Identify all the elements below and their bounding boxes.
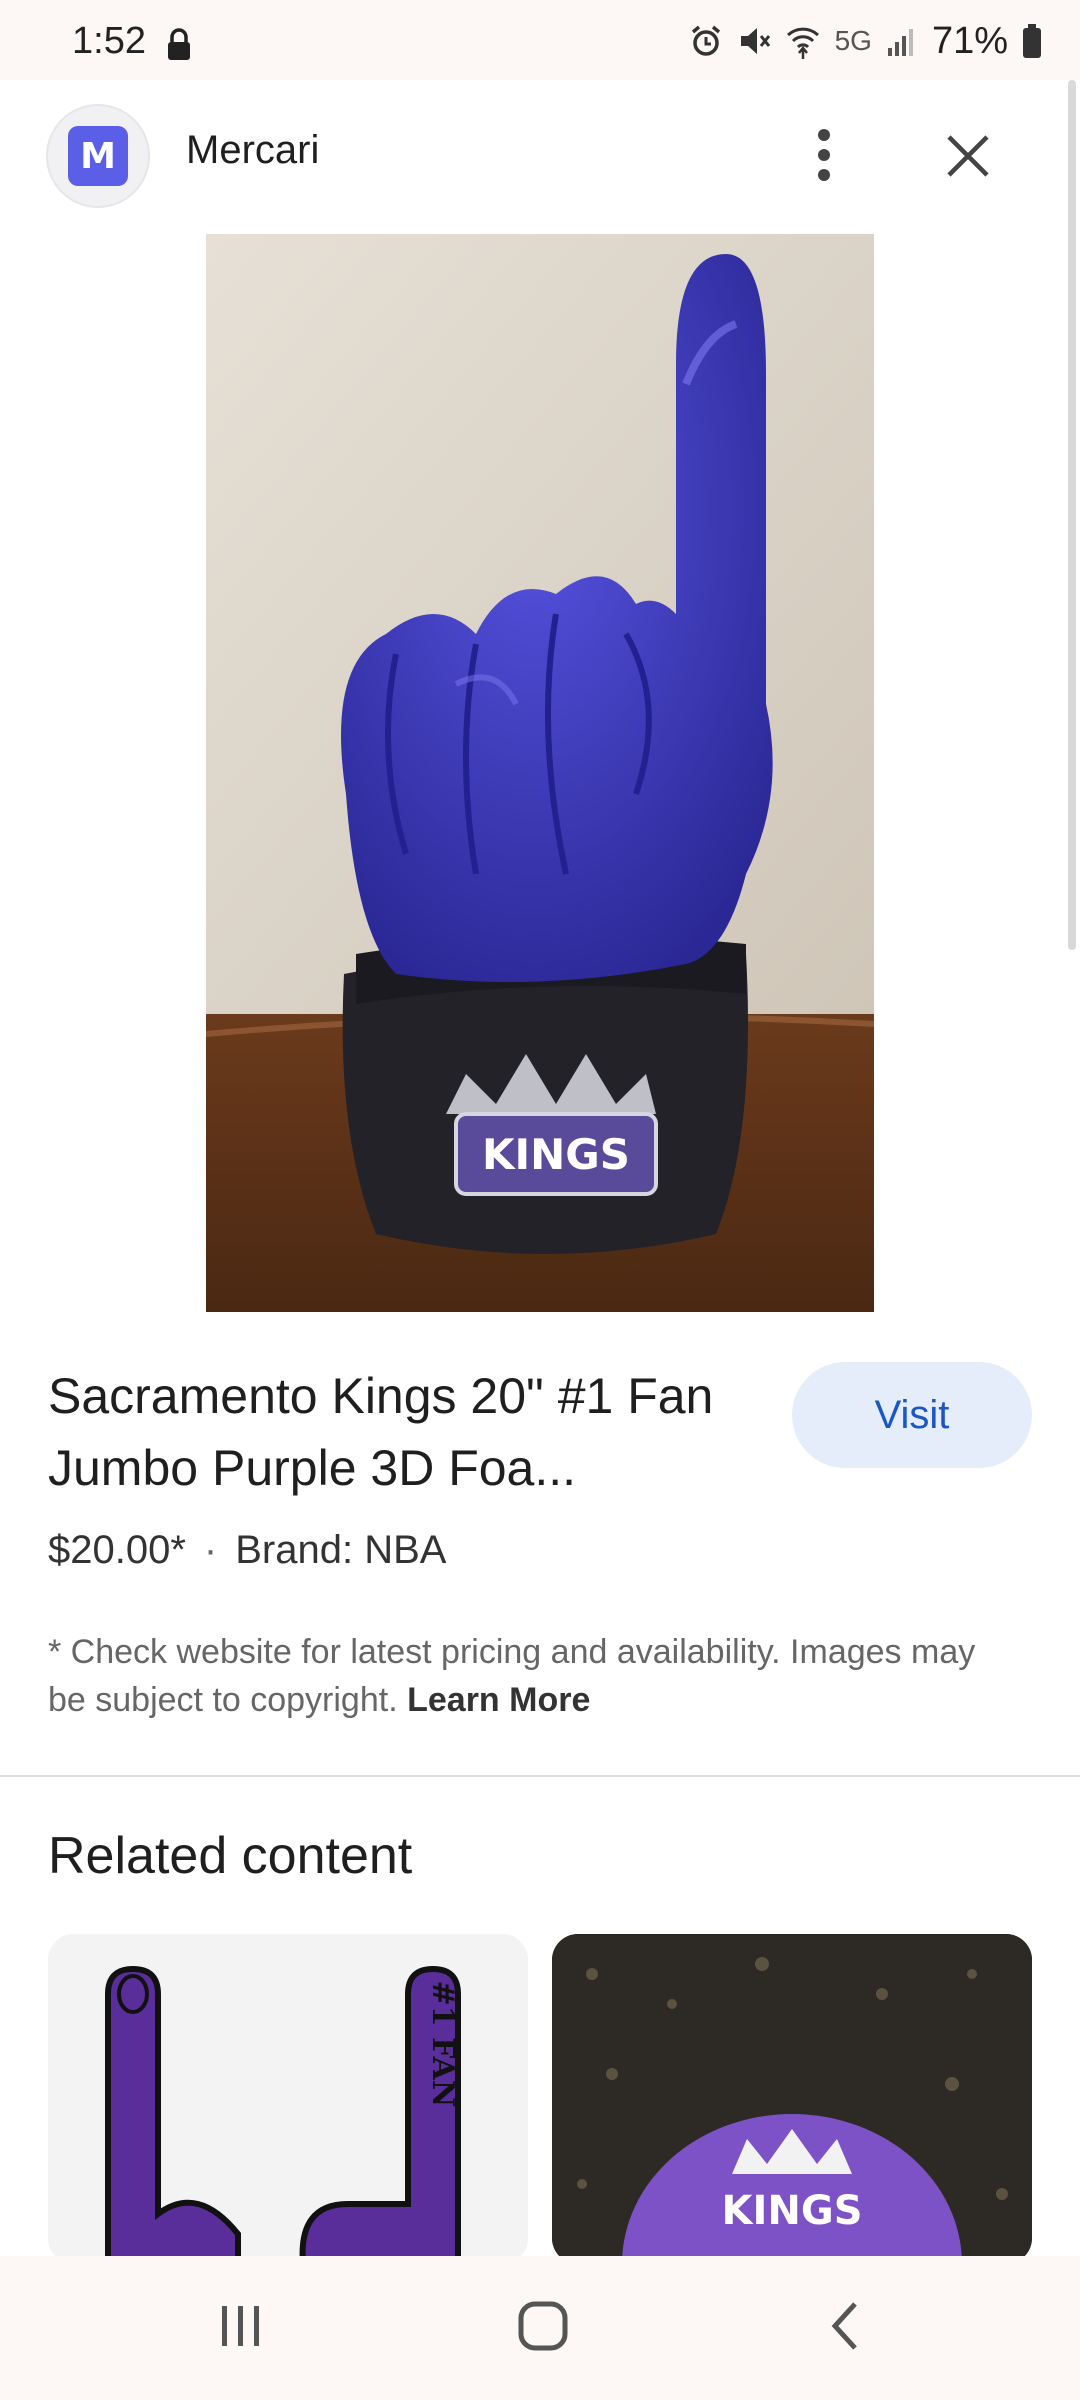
back-icon [831,2302,857,2350]
more-options-button[interactable] [800,120,848,190]
status-bar: 1:52 5G 71% [0,0,1080,80]
disclaimer: * Check website for latest pricing and a… [48,1628,1008,1724]
alarm-icon [691,25,720,56]
recents-icon [222,2306,259,2346]
status-time: 1:52 [72,20,146,62]
related-card[interactable]: #1 FAN [48,1934,528,2264]
brand: Brand: NBA [235,1528,447,1572]
home-icon [518,2301,568,2351]
price-line: $20.00* · Brand: NBA [48,1528,446,1573]
separator-dot: · [203,1528,218,1572]
signal-icon [887,29,913,56]
card-fan-text: #1 FAN [425,1981,460,2108]
status-icons: 5G 71% [689,18,1042,64]
image-logo-text: KINGS [482,1130,630,1179]
home-button[interactable] [498,2286,588,2366]
close-button[interactable] [940,126,996,186]
product-title: Sacramento Kings 20" #1 Fan Jumbo Purple… [48,1368,714,1496]
mute-icon [740,28,770,54]
mercari-logo: M [68,126,128,186]
recents-button[interactable] [196,2286,286,2366]
header: M Mercari [0,80,1080,230]
scrollbar[interactable] [1068,80,1076,950]
related-card[interactable]: KINGS [552,1934,1032,2264]
nav-bar [0,2256,1080,2400]
battery-icon [1023,24,1041,58]
back-button[interactable] [800,2286,890,2366]
more-vert-icon [818,129,830,181]
divider [0,1775,1080,1777]
card-kings-text: KINGS [722,2188,863,2234]
learn-more-link[interactable]: Learn More [407,1681,590,1719]
app-avatar: M [48,106,148,206]
lock-icon [168,28,190,60]
close-icon [947,135,989,177]
related-heading: Related content [48,1827,413,1885]
wifi-icon [786,27,819,59]
app-title: Mercari [186,128,320,172]
product-image[interactable]: KINGS [206,234,874,1312]
battery-percent: 71% [931,19,1008,62]
visit-button[interactable]: Visit [792,1362,1032,1468]
network-label: 5G [834,25,872,56]
price: $20.00* [48,1528,186,1572]
